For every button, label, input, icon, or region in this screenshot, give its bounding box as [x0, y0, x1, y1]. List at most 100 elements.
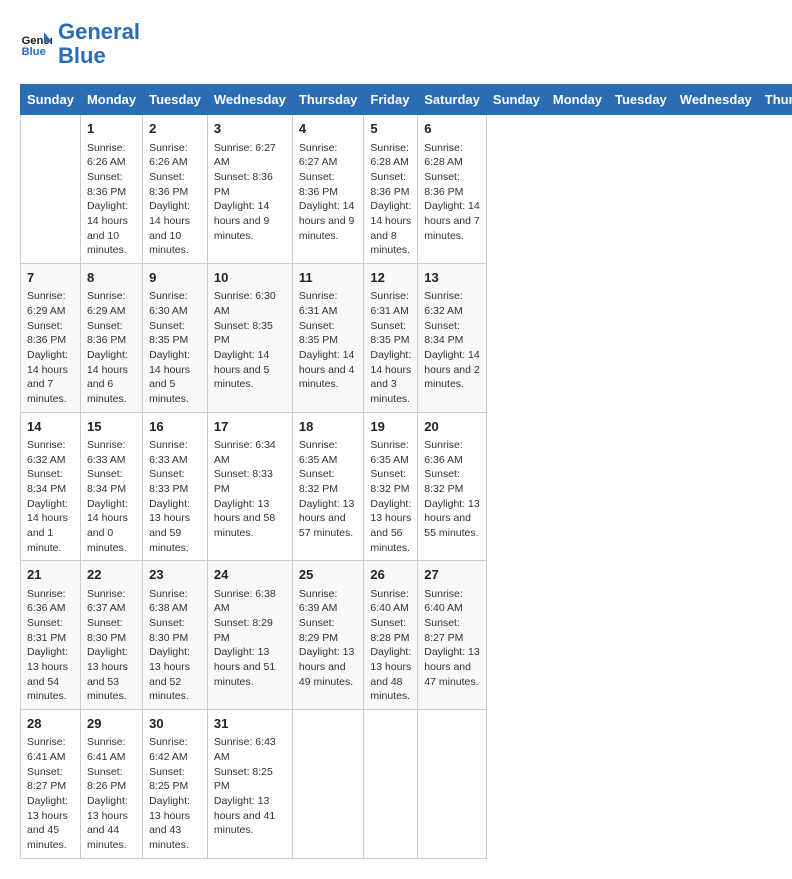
calendar-cell: 20 Sunrise: 6:36 AM Sunset: 8:32 PM Dayli…	[418, 412, 487, 561]
calendar-cell: 27 Sunrise: 6:40 AM Sunset: 8:27 PM Dayli…	[418, 561, 487, 710]
calendar-cell: 11 Sunrise: 6:31 AM Sunset: 8:35 PM Dayli…	[292, 264, 364, 413]
calendar-cell: 12 Sunrise: 6:31 AM Sunset: 8:35 PM Dayli…	[364, 264, 418, 413]
calendar-cell: 18Sunrise: 6:35 AM Sunset: 8:32 PM Dayli…	[292, 412, 364, 561]
calendar-cell: 31 Sunrise: 6:43 AM Sunset: 8:25 PM Dayli…	[207, 710, 292, 859]
day-info: Sunrise: 6:39 AM Sunset: 8:29 PM Dayligh…	[299, 587, 358, 690]
calendar-cell: 15 Sunrise: 6:33 AM Sunset: 8:34 PM Dayli…	[80, 412, 142, 561]
calendar-cell: 24 Sunrise: 6:38 AM Sunset: 8:29 PM Dayli…	[207, 561, 292, 710]
calendar-cell: 5Sunrise: 6:28 AM Sunset: 8:36 PM Daylig…	[364, 115, 418, 264]
day-number: 12	[370, 269, 411, 287]
calendar-cell	[21, 115, 81, 264]
day-number: 16	[149, 418, 201, 436]
day-info: Sunrise: 6:38 AM Sunset: 8:30 PM Dayligh…	[149, 587, 201, 705]
calendar-cell: 22Sunrise: 6:37 AM Sunset: 8:30 PM Dayli…	[80, 561, 142, 710]
calendar-cell: 14 Sunrise: 6:32 AM Sunset: 8:34 PM Dayli…	[21, 412, 81, 561]
day-number: 31	[214, 715, 286, 733]
day-number: 8	[87, 269, 136, 287]
day-number: 28	[27, 715, 74, 733]
header-thursday: Thursday	[292, 85, 364, 115]
day-info: Sunrise: 6:43 AM Sunset: 8:25 PM Dayligh…	[214, 735, 286, 838]
calendar-cell: 29 Sunrise: 6:41 AM Sunset: 8:26 PM Dayli…	[80, 710, 142, 859]
day-info: Sunrise: 6:36 AM Sunset: 8:32 PM Dayligh…	[424, 438, 480, 541]
day-number: 2	[149, 120, 201, 138]
day-info: Sunrise: 6:38 AM Sunset: 8:29 PM Dayligh…	[214, 587, 286, 690]
day-info: Sunrise: 6:26 AM Sunset: 8:36 PM Dayligh…	[87, 141, 136, 259]
day-info: Sunrise: 6:32 AM Sunset: 8:34 PM Dayligh…	[27, 438, 74, 556]
header-thursday: Thursday	[758, 85, 792, 115]
calendar-cell: 19Sunrise: 6:35 AM Sunset: 8:32 PM Dayli…	[364, 412, 418, 561]
day-info: Sunrise: 6:32 AM Sunset: 8:34 PM Dayligh…	[424, 289, 480, 392]
header-wednesday: Wednesday	[673, 85, 758, 115]
svg-text:Blue: Blue	[22, 46, 46, 58]
calendar-week-5: 28 Sunrise: 6:41 AM Sunset: 8:27 PM Dayli…	[21, 710, 792, 859]
calendar-cell: 6Sunrise: 6:28 AM Sunset: 8:36 PM Daylig…	[418, 115, 487, 264]
day-info: Sunrise: 6:34 AM Sunset: 8:33 PM Dayligh…	[214, 438, 286, 541]
calendar-cell: 7Sunrise: 6:29 AM Sunset: 8:36 PM Daylig…	[21, 264, 81, 413]
day-number: 21	[27, 566, 74, 584]
calendar-week-4: 21 Sunrise: 6:36 AM Sunset: 8:31 PM Dayli…	[21, 561, 792, 710]
day-number: 6	[424, 120, 480, 138]
calendar-cell: 21 Sunrise: 6:36 AM Sunset: 8:31 PM Dayli…	[21, 561, 81, 710]
day-number: 20	[424, 418, 480, 436]
day-number: 13	[424, 269, 480, 287]
logo-text: General Blue	[58, 20, 140, 68]
header-sunday: Sunday	[21, 85, 81, 115]
day-info: Sunrise: 6:40 AM Sunset: 8:28 PM Dayligh…	[370, 587, 411, 705]
header-monday: Monday	[80, 85, 142, 115]
day-info: Sunrise: 6:40 AM Sunset: 8:27 PM Dayligh…	[424, 587, 480, 690]
day-number: 1	[87, 120, 136, 138]
day-info: Sunrise: 6:41 AM Sunset: 8:26 PM Dayligh…	[87, 735, 136, 853]
calendar-week-2: 7Sunrise: 6:29 AM Sunset: 8:36 PM Daylig…	[21, 264, 792, 413]
calendar-cell: 2 Sunrise: 6:26 AM Sunset: 8:36 PM Daylig…	[143, 115, 208, 264]
day-info: Sunrise: 6:35 AM Sunset: 8:32 PM Dayligh…	[299, 438, 358, 541]
day-info: Sunrise: 6:30 AM Sunset: 8:35 PM Dayligh…	[149, 289, 201, 407]
day-number: 14	[27, 418, 74, 436]
logo: General Blue General Blue	[20, 20, 140, 68]
day-info: Sunrise: 6:29 AM Sunset: 8:36 PM Dayligh…	[27, 289, 74, 407]
day-info: Sunrise: 6:36 AM Sunset: 8:31 PM Dayligh…	[27, 587, 74, 705]
calendar-week-3: 14 Sunrise: 6:32 AM Sunset: 8:34 PM Dayli…	[21, 412, 792, 561]
day-info: Sunrise: 6:29 AM Sunset: 8:36 PM Dayligh…	[87, 289, 136, 407]
calendar-cell: 16Sunrise: 6:33 AM Sunset: 8:33 PM Dayli…	[143, 412, 208, 561]
day-number: 19	[370, 418, 411, 436]
calendar-cell: 1 Sunrise: 6:26 AM Sunset: 8:36 PM Daylig…	[80, 115, 142, 264]
calendar-cell: 17 Sunrise: 6:34 AM Sunset: 8:33 PM Dayli…	[207, 412, 292, 561]
day-number: 29	[87, 715, 136, 733]
day-number: 30	[149, 715, 201, 733]
calendar-cell: 3Sunrise: 6:27 AM Sunset: 8:36 PM Daylig…	[207, 115, 292, 264]
day-number: 25	[299, 566, 358, 584]
calendar-cell: 13 Sunrise: 6:32 AM Sunset: 8:34 PM Dayli…	[418, 264, 487, 413]
calendar-cell: 28 Sunrise: 6:41 AM Sunset: 8:27 PM Dayli…	[21, 710, 81, 859]
day-info: Sunrise: 6:28 AM Sunset: 8:36 PM Dayligh…	[370, 141, 411, 259]
day-number: 24	[214, 566, 286, 584]
logo-blue: Blue	[58, 43, 106, 68]
day-info: Sunrise: 6:33 AM Sunset: 8:34 PM Dayligh…	[87, 438, 136, 556]
logo-general: General	[58, 19, 140, 44]
calendar-cell: 23 Sunrise: 6:38 AM Sunset: 8:30 PM Dayli…	[143, 561, 208, 710]
calendar-cell: 30 Sunrise: 6:42 AM Sunset: 8:25 PM Dayli…	[143, 710, 208, 859]
header-sunday: Sunday	[486, 85, 546, 115]
day-info: Sunrise: 6:31 AM Sunset: 8:35 PM Dayligh…	[370, 289, 411, 407]
logo-icon: General Blue	[20, 28, 52, 60]
calendar-cell: 9 Sunrise: 6:30 AM Sunset: 8:35 PM Daylig…	[143, 264, 208, 413]
day-info: Sunrise: 6:42 AM Sunset: 8:25 PM Dayligh…	[149, 735, 201, 853]
calendar-cell	[292, 710, 364, 859]
day-info: Sunrise: 6:26 AM Sunset: 8:36 PM Dayligh…	[149, 141, 201, 259]
day-number: 17	[214, 418, 286, 436]
day-number: 27	[424, 566, 480, 584]
day-number: 15	[87, 418, 136, 436]
day-info: Sunrise: 6:31 AM Sunset: 8:35 PM Dayligh…	[299, 289, 358, 392]
calendar-week-1: 1 Sunrise: 6:26 AM Sunset: 8:36 PM Daylig…	[21, 115, 792, 264]
day-number: 23	[149, 566, 201, 584]
header-monday: Monday	[546, 85, 608, 115]
header-tuesday: Tuesday	[609, 85, 674, 115]
day-number: 4	[299, 120, 358, 138]
calendar-cell	[418, 710, 487, 859]
day-number: 11	[299, 269, 358, 287]
calendar-cell: 25 Sunrise: 6:39 AM Sunset: 8:29 PM Dayli…	[292, 561, 364, 710]
calendar-cell: 26Sunrise: 6:40 AM Sunset: 8:28 PM Dayli…	[364, 561, 418, 710]
day-info: Sunrise: 6:27 AM Sunset: 8:36 PM Dayligh…	[214, 141, 286, 244]
day-info: Sunrise: 6:41 AM Sunset: 8:27 PM Dayligh…	[27, 735, 74, 853]
header-saturday: Saturday	[418, 85, 487, 115]
day-number: 9	[149, 269, 201, 287]
